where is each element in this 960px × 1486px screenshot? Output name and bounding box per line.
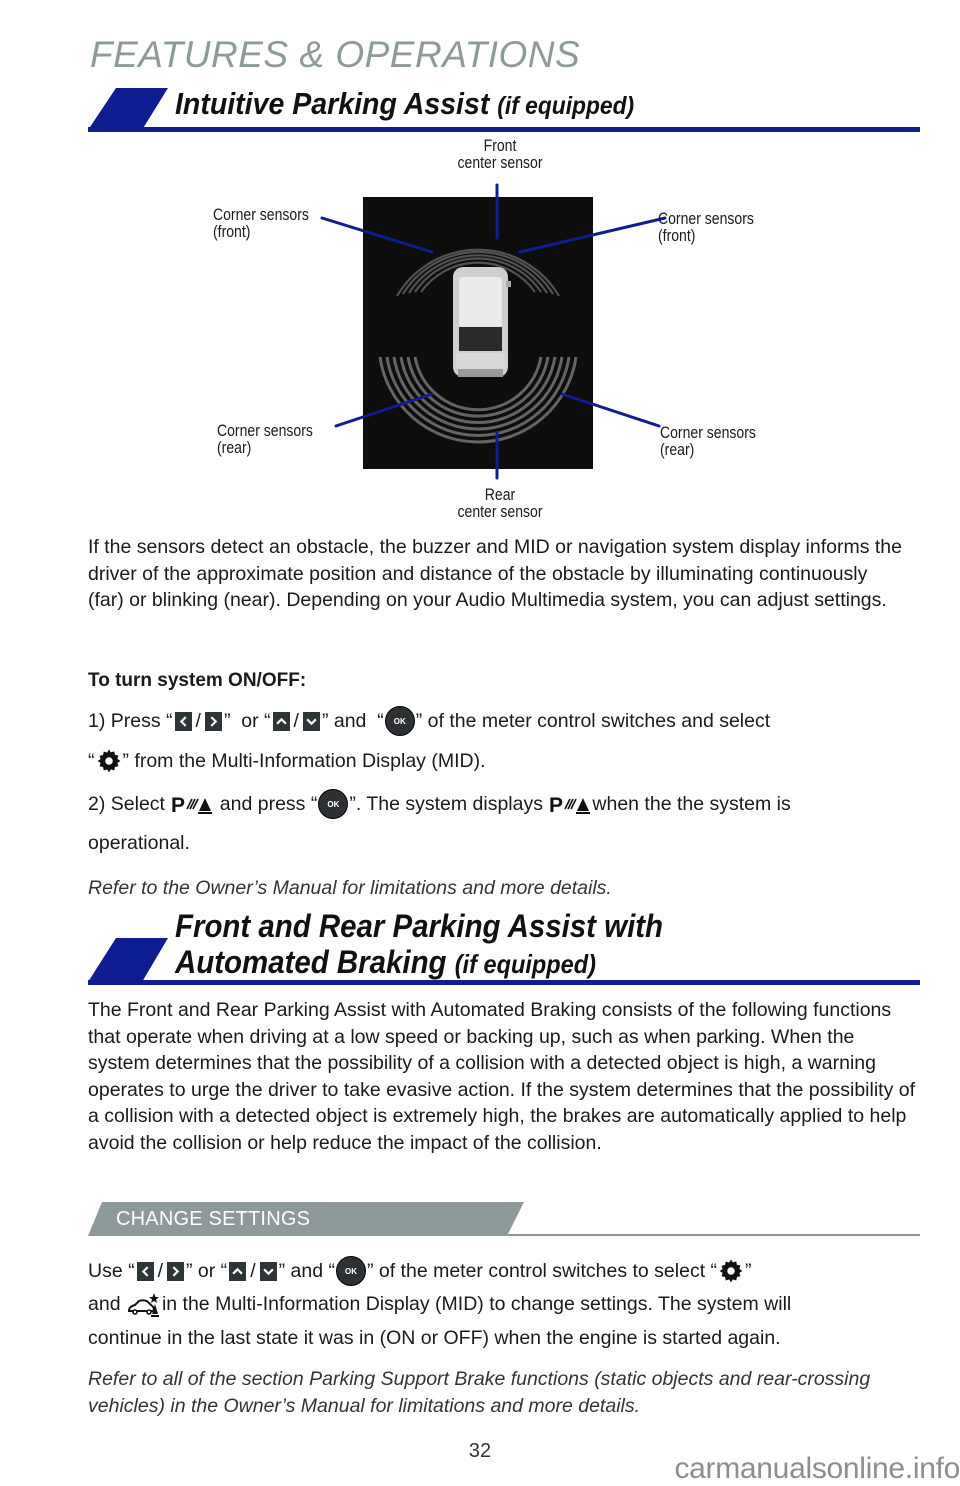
callout-lines [320, 183, 667, 480]
section-title: Front and Rear Parking Assist with Autom… [175, 908, 663, 983]
left-arrow-switch-icon [174, 711, 192, 731]
section-title-line1: Front and Rear Parking Assist with [175, 908, 664, 944]
onoff-heading: To turn system ON/OFF: [88, 670, 307, 691]
watermark: carmanualsonline.info [674, 1452, 960, 1485]
text: ” or “ [186, 1259, 228, 1282]
text: when the the system is [592, 792, 791, 815]
section-title-text: Automated Braking [175, 944, 447, 980]
label-corner-rear-left: Corner sensors (rear) [217, 423, 313, 457]
step2-line-2: operational. [88, 832, 190, 854]
section-title-text: Intuitive Parking Assist [175, 86, 490, 121]
up-arrow-switch-icon [229, 1261, 247, 1281]
label-line: Corner sensors [217, 422, 313, 440]
section-title-suffix: (if equipped) [454, 951, 596, 979]
text: / [195, 709, 201, 732]
text: and [88, 1292, 126, 1315]
right-arrow-switch-icon [204, 711, 222, 731]
down-arrow-switch-icon [302, 711, 320, 731]
text: in the Multi-Information Display (MID) t… [161, 1292, 792, 1315]
text: Use “ [88, 1259, 135, 1282]
text: ” of the meter control switches to selec… [366, 1259, 718, 1282]
change-settings-line-3: continue in the last state it was in (ON… [88, 1327, 781, 1349]
step1-line: 1) Press “ / ” or “ / ” and “ OK ” of th… [88, 706, 770, 736]
callout-corner-front-left [320, 216, 434, 254]
step2-line: 2) Select P and press “ OK ”. The system… [88, 789, 791, 819]
ok-button-icon: OK [318, 789, 349, 819]
label-line: Front [483, 137, 517, 155]
label-corner-front-left: Corner sensors (front) [213, 207, 309, 241]
label-front-center-sensor: Front center sensor [449, 138, 551, 172]
text: ” from the Multi-Information Display (MI… [122, 749, 486, 772]
down-arrow-switch-icon [259, 1261, 277, 1281]
step1-line-2: “ ” from the Multi-Information Display (… [88, 747, 486, 775]
change-settings-line: Use “ / ” or “ / ” and “ OK ” of the met… [88, 1256, 752, 1286]
callout-corner-rear-right [560, 392, 661, 428]
label-line: (rear) [217, 439, 252, 457]
parking-sensor-diagram: Front center sensor Corner sensors (fron… [200, 130, 800, 530]
left-arrow-switch-icon [136, 1261, 154, 1281]
label-line: Corner sensors [658, 210, 754, 228]
section2-note: Refer to all of the section Parking Supp… [88, 1368, 871, 1417]
section2-body: The Front and Rear Parking Assist with A… [88, 999, 916, 1154]
text: ” [745, 1259, 752, 1282]
label-line: center sensor [457, 503, 543, 521]
gear-settings-icon [97, 749, 120, 773]
text: 2) Select [88, 792, 171, 815]
callout-corner-rear-left [334, 392, 434, 428]
gear-settings-icon [719, 1259, 743, 1283]
label-line: Rear [484, 486, 516, 504]
page-header: FEATURES & OPERATIONS [90, 34, 581, 75]
heading-slant-decoration [88, 938, 168, 982]
parking-assist-icon: P [171, 794, 213, 815]
section-title-line2: Automated Braking (if equipped) [175, 944, 663, 983]
text: ” and “ [278, 1259, 335, 1282]
label-line: Corner sensors [213, 206, 309, 224]
label-line: center sensor [457, 154, 543, 172]
change-settings-label: CHANGE SETTINGS [116, 1208, 311, 1230]
text: ” and “ [321, 709, 384, 732]
right-arrow-switch-icon [167, 1261, 185, 1281]
text: ”. The system displays [349, 792, 549, 815]
label-rear-center-sensor: Rear center sensor [449, 487, 551, 521]
parking-support-brake-icon [127, 1293, 159, 1317]
label-line: (front) [658, 227, 696, 245]
ok-button-icon: OK [384, 706, 415, 736]
section-title: Intuitive Parking Assist (if equipped) [175, 86, 634, 122]
svg-text:P: P [171, 794, 185, 815]
text: 1) Press “ [88, 709, 173, 732]
text: ” of the meter control switches and sele… [415, 709, 771, 732]
callout-corner-front-right [518, 216, 667, 254]
change-settings-line-2: and in the Multi-Information Display (MI… [88, 1290, 791, 1318]
label-corner-rear-right: Corner sensors (rear) [660, 425, 756, 459]
label-line: (rear) [660, 441, 695, 459]
label-corner-front-right: Corner sensors (front) [658, 211, 754, 245]
label-line: Corner sensors [660, 424, 756, 442]
ok-button-icon: OK [335, 1256, 366, 1286]
label-line: (front) [213, 223, 251, 241]
parking-assist-icon: P [549, 794, 591, 815]
section1-note: Refer to the Owner’s Manual for limitati… [88, 877, 612, 899]
intro-paragraph: If the sensors detect an obstacle, the b… [88, 536, 902, 611]
text: and press “ [214, 792, 318, 815]
text: / [293, 709, 299, 732]
svg-text:P: P [549, 794, 563, 815]
up-arrow-switch-icon [272, 711, 290, 731]
section-title-suffix: (if equipped) [497, 93, 635, 120]
text: ” or “ [223, 709, 271, 732]
text: / [250, 1259, 256, 1282]
heading-slant-decoration [88, 88, 168, 130]
text: / [157, 1259, 164, 1282]
